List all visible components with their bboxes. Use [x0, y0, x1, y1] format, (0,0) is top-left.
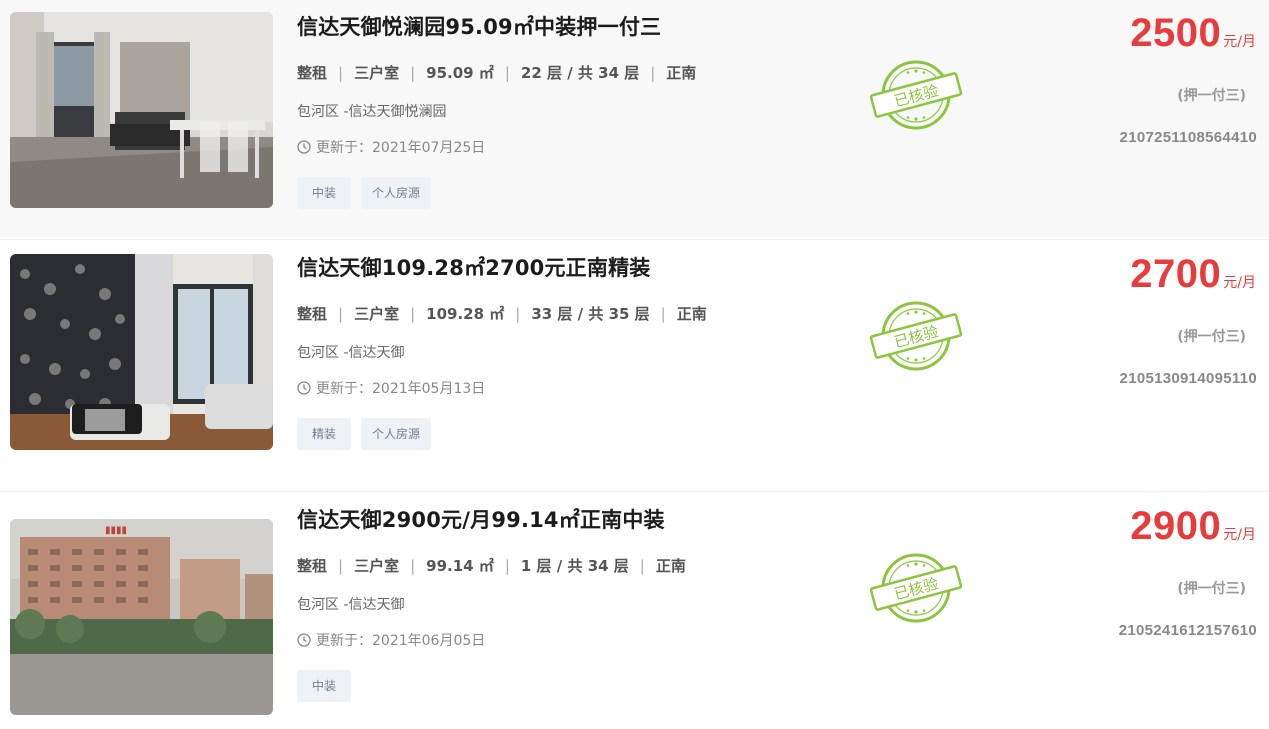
tag: 中装 — [297, 670, 351, 702]
orientation: 正南 — [666, 64, 697, 82]
area: 95.09 ㎡ — [426, 64, 494, 82]
verified-stamp-icon: 已核验 — [869, 553, 963, 623]
clock-icon — [297, 140, 311, 154]
listing-card[interactable]: 信达天御悦澜园95.09㎡中装押一付三 整租 | 三户室 | 95.09 ㎡ | 22 层 … — [0, 0, 1269, 237]
price-amount: 2900 — [1130, 504, 1222, 548]
listing-card[interactable]: ▮▮▮▮ 信达天御2900元/月99.14㎡正南中装 整租 | 三户室 | 99.14 … — [0, 491, 1269, 729]
price: 2700 元/月 — [1130, 252, 1256, 297]
area: 99.14 ㎡ — [426, 557, 494, 575]
tag-list: 精装 个人房源 — [297, 418, 432, 450]
listing-photo[interactable] — [10, 12, 273, 208]
listing-photo[interactable] — [10, 254, 273, 450]
floor: 33 层 / 共 35 层 — [531, 305, 650, 323]
listing-code: 2105241612157610 — [1118, 622, 1257, 639]
price-unit: 元/月 — [1223, 34, 1256, 50]
listing-title[interactable]: 信达天御2900元/月99.14㎡正南中装 — [297, 504, 665, 534]
rent-type: 整租 — [297, 64, 328, 82]
listing-code: 2105130914095110 — [1119, 370, 1257, 387]
listing-code: 2107251108564410 — [1119, 129, 1257, 146]
orientation: 正南 — [676, 305, 707, 323]
listing-meta: 整租 | 三户室 | 99.14 ㎡ | 1 层 / 共 34 层 | 正南 — [297, 557, 686, 575]
verified-stamp-icon: 已核验 — [869, 301, 963, 371]
payment-terms: (押一付三) — [1177, 329, 1246, 345]
room-layout: 三户室 — [354, 305, 400, 323]
verified-stamp-icon: 已核验 — [869, 60, 963, 130]
update-time: 更新于：2021年06月05日 — [297, 630, 485, 650]
price-unit: 元/月 — [1223, 527, 1256, 543]
tag-list: 中装 个人房源 — [297, 177, 432, 209]
room-layout: 三户室 — [354, 557, 400, 575]
listing-title[interactable]: 信达天御悦澜园95.09㎡中装押一付三 — [297, 11, 661, 41]
payment-terms: (押一付三) — [1177, 88, 1246, 104]
clock-icon — [297, 633, 311, 647]
update-time-text: 更新于：2021年05月13日 — [316, 381, 486, 397]
price: 2500 元/月 — [1130, 11, 1256, 56]
orientation: 正南 — [655, 557, 686, 575]
listing-address: 包河区 -信达天御 — [297, 597, 405, 613]
listing-meta: 整租 | 三户室 | 95.09 ㎡ | 22 层 / 共 34 层 | 正南 — [297, 64, 697, 82]
floor: 22 层 / 共 34 层 — [520, 64, 640, 82]
listing-card[interactable]: 信达天御109.28㎡2700元正南精装 整租 | 三户室 | 109.28 ㎡ | 33 … — [0, 239, 1269, 477]
clock-icon — [297, 381, 311, 395]
tag: 精装 — [297, 418, 351, 450]
rent-type: 整租 — [297, 305, 328, 323]
tag: 中装 — [297, 177, 351, 209]
price-amount: 2500 — [1130, 11, 1222, 55]
svg-text:▮▮▮▮: ▮▮▮▮ — [105, 525, 127, 536]
price-unit: 元/月 — [1223, 275, 1256, 291]
update-time-text: 更新于：2021年06月05日 — [316, 633, 486, 649]
update-time: 更新于：2021年07月25日 — [297, 137, 485, 157]
room-layout: 三户室 — [354, 64, 400, 82]
listing-address: 包河区 -信达天御悦澜园 — [297, 104, 447, 120]
price-amount: 2700 — [1130, 252, 1222, 296]
payment-terms: (押一付三) — [1177, 581, 1246, 597]
rent-type: 整租 — [297, 557, 328, 575]
tag: 个人房源 — [361, 177, 432, 209]
tag: 个人房源 — [361, 418, 432, 450]
update-time-text: 更新于：2021年07月25日 — [316, 140, 486, 156]
listing-meta: 整租 | 三户室 | 109.28 ㎡ | 33 层 / 共 35 层 | 正南 — [297, 305, 707, 323]
listing-photo[interactable]: ▮▮▮▮ — [10, 519, 273, 715]
listing-address: 包河区 -信达天御 — [297, 345, 405, 361]
tag-list: 中装 — [297, 670, 351, 702]
floor: 1 层 / 共 34 层 — [520, 557, 629, 575]
listing-title[interactable]: 信达天御109.28㎡2700元正南精装 — [297, 252, 650, 282]
update-time: 更新于：2021年05月13日 — [297, 378, 485, 398]
price: 2900 元/月 — [1130, 504, 1256, 549]
area: 109.28 ㎡ — [426, 305, 505, 323]
